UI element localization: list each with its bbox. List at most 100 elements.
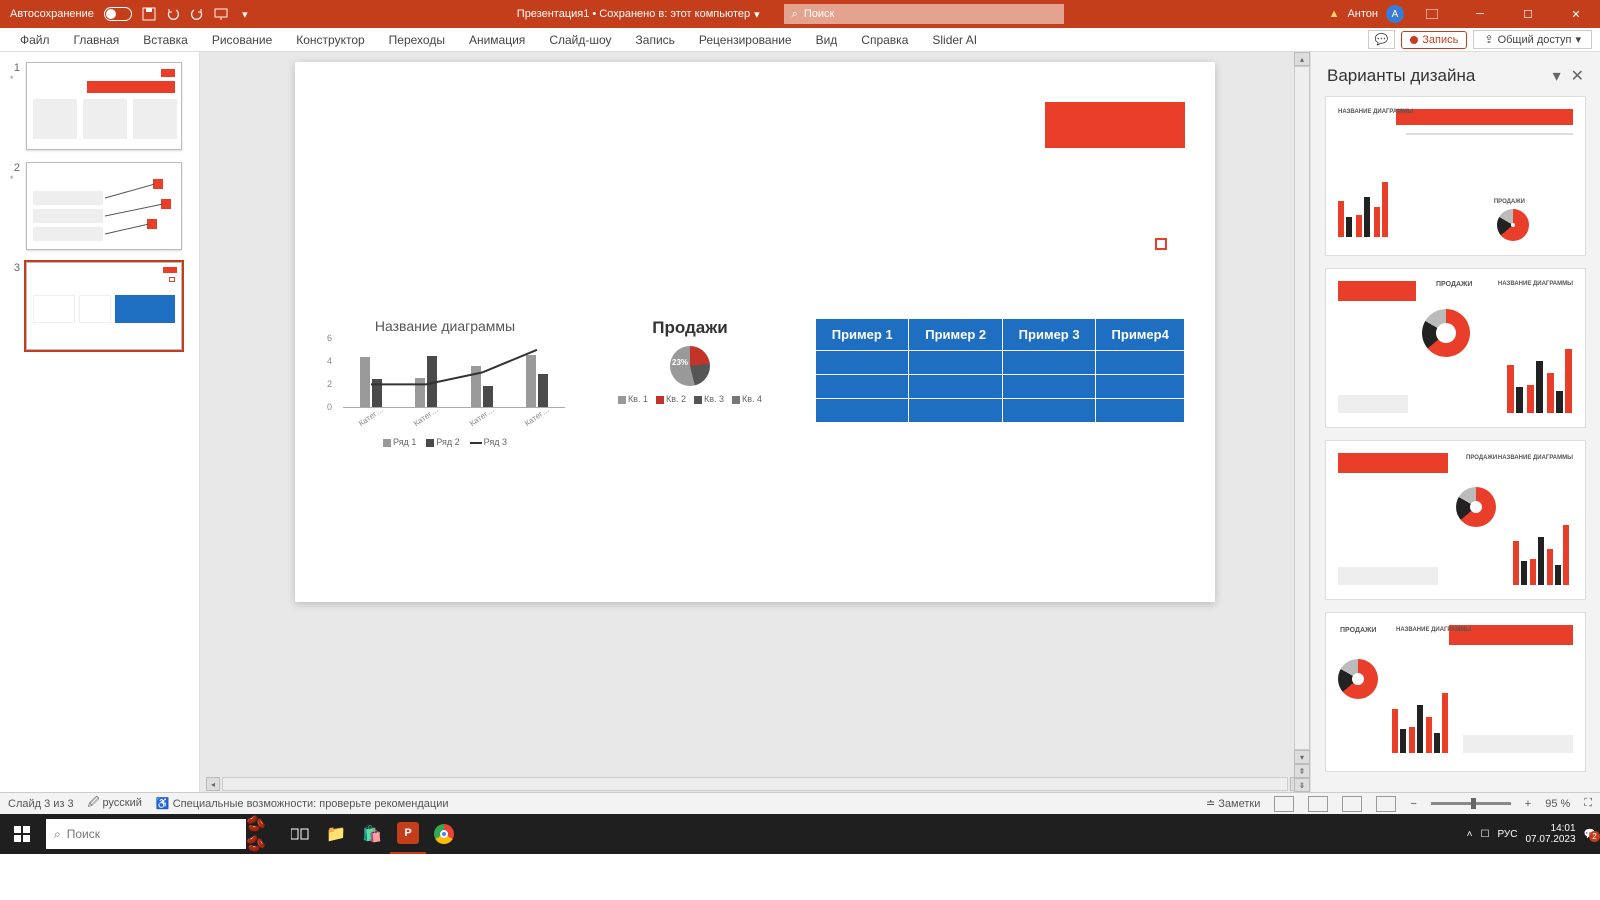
ribbon-display-icon[interactable] [1412,0,1452,28]
titlebar-right: ▲ Антон А ─ ☐ ✕ [1329,0,1600,28]
task-view-icon[interactable] [282,814,318,854]
file-explorer-icon[interactable]: 📁 [318,814,354,854]
notes-button[interactable]: ≐ Заметки [1206,797,1260,810]
thumb-number: 3 [10,262,20,274]
reading-view-icon[interactable] [1342,796,1362,812]
horizontal-scrollbar[interactable]: ◂ ▸ [200,776,1310,792]
scroll-up-icon[interactable]: ▴ [1294,52,1310,66]
tab-home[interactable]: Главная [62,29,132,51]
table-row [816,399,1185,423]
close-pane-icon[interactable]: ✕ [1571,66,1584,86]
ribbon: Файл Главная Вставка Рисование Конструкт… [0,28,1600,52]
chevron-down-icon: ▾ [1575,33,1581,46]
tab-help[interactable]: Справка [849,29,920,51]
zoom-slider[interactable] [1431,802,1511,805]
store-icon[interactable]: 🛍️ [354,814,390,854]
tray-chevron-icon[interactable]: ˄ [1467,829,1473,840]
scroll-down-icon[interactable]: ▾ [1294,750,1310,764]
share-button[interactable]: ⇪Общий доступ▾ [1473,30,1592,49]
tab-record[interactable]: Запись [624,29,687,51]
taskbar-beans-icon[interactable]: 🫘🫘 [246,814,282,854]
maximize-icon[interactable]: ☐ [1508,0,1548,28]
tray-cloud-icon[interactable]: ☐ [1480,829,1489,840]
quick-access-toolbar: Автосохранение ▾ [0,7,252,21]
zoom-out-icon[interactable]: − [1410,798,1416,810]
next-slide-icon[interactable]: ⇟ [1294,778,1310,792]
tab-animations[interactable]: Анимация [457,29,537,51]
tray-date[interactable]: 07.07.2023 [1525,834,1575,845]
redo-icon[interactable] [190,7,204,21]
tab-slider-ai[interactable]: Slider AI [920,29,989,51]
bar-chart[interactable]: Название диаграммы 0 2 4 6 [325,318,565,447]
notifications-icon[interactable]: 💬2 [1584,829,1596,840]
ytick: 0 [327,402,332,412]
tab-review[interactable]: Рецензирование [687,29,804,51]
taskbar-search[interactable]: ⌕Поиск [46,819,246,849]
minimize-icon[interactable]: ─ [1460,0,1500,28]
save-icon[interactable] [142,7,156,21]
slide-thumbnail-1[interactable] [26,62,182,150]
title-dropdown-icon[interactable]: ▾ [754,8,760,21]
autosave-label: Автосохранение [10,8,94,20]
powerpoint-icon[interactable]: P [390,814,426,854]
user-name[interactable]: Антон [1347,8,1378,20]
slide-canvas-area: ▴ ▾ ⇞ ⇟ Название диаграммы 0 2 4 [200,52,1310,792]
tab-design[interactable]: Конструктор [284,29,376,51]
design-idea-card[interactable]: ПРОДАЖИ НАЗВАНИЕ ДИАГРАММЫ [1325,612,1586,772]
tray-time[interactable]: 14:01 [1525,823,1575,834]
fit-to-window-icon[interactable]: ⛶ [1584,797,1592,810]
chevron-down-icon[interactable]: ▾ [1553,66,1561,86]
pie-graphic: 23% [670,346,710,386]
slide-thumbnail-3[interactable] [26,262,182,350]
data-table[interactable]: Пример 1 Пример 2 Пример 3 Пример4 [815,318,1185,423]
scroll-left-icon[interactable]: ◂ [206,777,220,791]
scroll-track[interactable] [1294,66,1310,750]
tab-view[interactable]: Вид [804,29,850,51]
vertical-scrollbar[interactable]: ▴ ▾ ⇞ ⇟ [1294,52,1310,792]
tray-lang[interactable]: РУС [1497,829,1517,840]
close-icon[interactable]: ✕ [1556,0,1596,28]
chrome-icon[interactable] [426,814,462,854]
avatar[interactable]: А [1386,5,1404,23]
design-idea-card[interactable]: НАЗВАНИЕ ДИАГРАММЫ ПРОДАЖИ [1325,96,1586,256]
windows-taskbar: ⌕Поиск 🫘🫘 📁 🛍️ P ˄ ☐ РУС 14:01 07.07.202… [0,814,1600,854]
slide-thumbnail-2[interactable] [26,162,182,250]
accessibility-check[interactable]: ♿ Специальные возможности: проверьте рек… [156,797,449,810]
tab-file[interactable]: Файл [8,29,62,51]
thumb-row-3: 3 [10,262,189,350]
slideshow-view-icon[interactable] [1376,796,1396,812]
search-icon: ⌕ [54,827,61,842]
autosave-toggle[interactable] [104,7,132,21]
red-rectangle[interactable] [1045,102,1185,148]
present-icon[interactable] [214,7,228,21]
current-slide[interactable]: Название диаграммы 0 2 4 6 [295,62,1215,602]
language-indicator[interactable]: 🖉 русский [88,794,142,813]
thumb-number: 1 [10,62,20,74]
comments-icon[interactable]: 💬 [1368,30,1396,49]
thumb-row-2: 2* [10,162,189,250]
prev-slide-icon[interactable]: ⇞ [1294,764,1310,778]
tab-transitions[interactable]: Переходы [377,29,457,51]
sorter-view-icon[interactable] [1308,796,1328,812]
design-ideas-list[interactable]: НАЗВАНИЕ ДИАГРАММЫ ПРОДАЖИ ПРОДАЖИ НАЗВА… [1311,96,1600,792]
tab-insert[interactable]: Вставка [131,29,200,51]
design-idea-card[interactable]: ПРОДАЖИ НАЗВАНИЕ ДИАГРАММЫ [1325,268,1586,428]
tab-draw[interactable]: Рисование [200,29,284,51]
record-button[interactable]: Запись [1401,31,1467,49]
red-square-outline[interactable] [1155,238,1167,250]
tab-slideshow[interactable]: Слайд-шоу [537,29,623,51]
normal-view-icon[interactable] [1274,796,1294,812]
search-box[interactable]: ⌕ Поиск [784,4,1064,24]
design-idea-card[interactable]: ПРОДАЖИ НАЗВАНИЕ ДИАГРАММЫ [1325,440,1586,600]
hscroll-track[interactable] [222,777,1288,791]
start-button[interactable] [0,814,44,854]
undo-icon[interactable] [166,7,180,21]
warning-icon[interactable]: ▲ [1329,8,1340,20]
zoom-level[interactable]: 95 % [1545,798,1570,810]
pie-chart[interactable]: Продажи 23% Кв. 1 Кв. 2 Кв. 3 Кв. 4 [575,318,805,404]
slide-counter[interactable]: Слайд 3 из 3 [8,798,74,810]
table-header: Пример4 [1096,319,1185,351]
zoom-in-icon[interactable]: + [1525,798,1531,810]
table-header: Пример 1 [816,319,909,351]
more-icon[interactable]: ▾ [238,7,252,21]
